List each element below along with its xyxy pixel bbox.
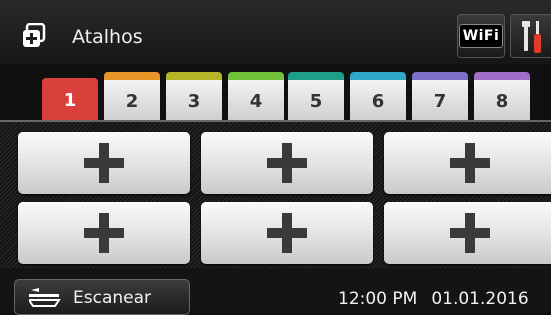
- plus-icon: [267, 143, 307, 183]
- tab-4[interactable]: 4: [228, 72, 284, 120]
- tab-label: 2: [125, 90, 139, 112]
- tab-6[interactable]: 6: [350, 72, 406, 120]
- settings-button[interactable]: [510, 14, 551, 58]
- add-shortcut-button[interactable]: [384, 132, 551, 194]
- scan-button[interactable]: Escanear: [14, 279, 190, 315]
- tab-1[interactable]: 1: [42, 78, 98, 120]
- scan-label: Escanear: [73, 288, 152, 308]
- add-shortcut-button[interactable]: [18, 202, 190, 264]
- wifi-label: WiFi: [458, 24, 504, 48]
- time-display: 12:00 PM: [338, 289, 418, 309]
- plus-icon: [84, 143, 124, 183]
- tab-8[interactable]: 8: [474, 72, 530, 120]
- shortcut-grid: [0, 120, 551, 268]
- date-display: 01.01.2016: [431, 289, 529, 309]
- tab-5[interactable]: 5: [288, 72, 344, 120]
- shortcut-tabs: 1 2 3 4 5 6 7 8: [0, 64, 551, 120]
- plus-icon: [450, 143, 490, 183]
- header-bar: Atalhos WiFi: [0, 0, 551, 64]
- plus-icon: [84, 213, 124, 253]
- tools-icon: [522, 21, 541, 53]
- plus-icon: [450, 213, 490, 253]
- tab-label: 5: [309, 90, 323, 112]
- tab-7[interactable]: 7: [412, 72, 468, 120]
- tab-label: 7: [433, 90, 447, 112]
- add-shortcut-button[interactable]: [201, 202, 373, 264]
- tab-2[interactable]: 2: [104, 72, 160, 120]
- tab-label: 1: [63, 89, 77, 111]
- plus-icon: [267, 213, 307, 253]
- shortcuts-icon: [23, 23, 46, 47]
- tab-3[interactable]: 3: [166, 72, 222, 120]
- wifi-button[interactable]: WiFi: [457, 14, 505, 58]
- tab-label: 4: [249, 90, 263, 112]
- datetime: 12:00 PM 01.01.2016: [338, 288, 551, 310]
- page-title: Atalhos: [72, 26, 143, 48]
- add-shortcut-button[interactable]: [18, 132, 190, 194]
- status-bar: Escanear 12:00 PM 01.01.2016: [0, 268, 551, 315]
- add-shortcut-button[interactable]: [384, 202, 551, 264]
- tab-label: 8: [495, 90, 509, 112]
- scanner-icon: [29, 288, 61, 307]
- add-shortcut-button[interactable]: [201, 132, 373, 194]
- tab-label: 3: [187, 90, 201, 112]
- tab-label: 6: [371, 90, 385, 112]
